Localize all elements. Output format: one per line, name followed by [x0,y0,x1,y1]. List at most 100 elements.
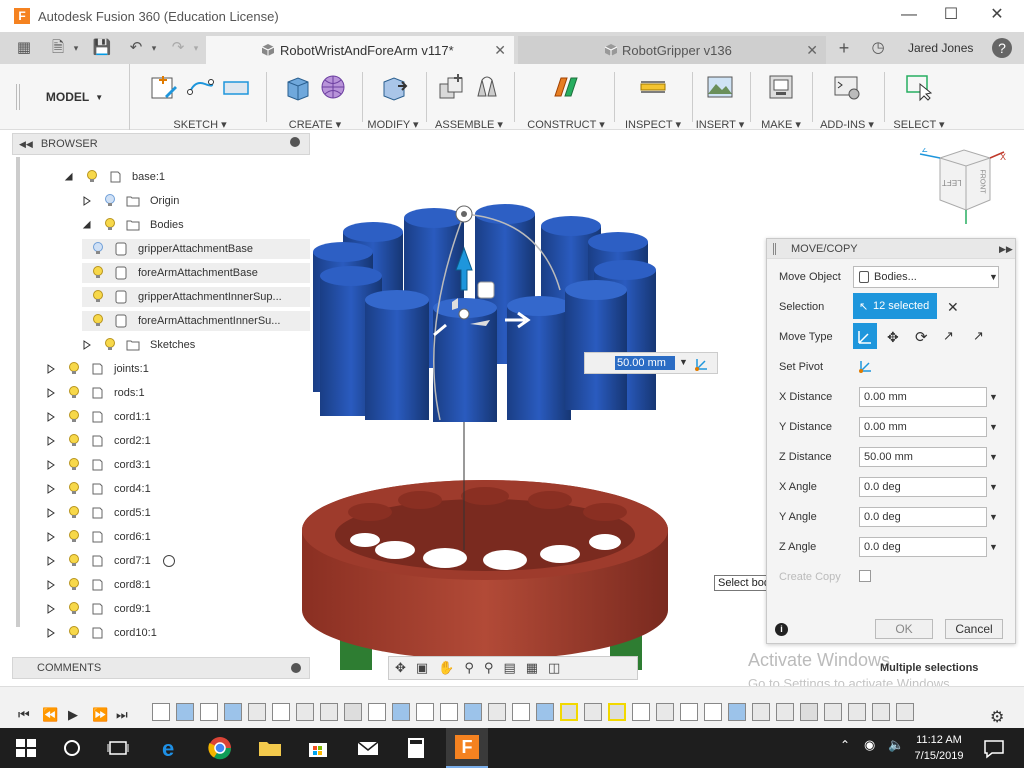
display-settings-icon[interactable]: ▤ [503,660,515,676]
visibility-lightbulb-icon[interactable] [68,362,80,376]
extrude-icon[interactable] [282,72,312,102]
timeline-move-feature-icon[interactable] [776,703,794,721]
visibility-lightbulb-icon[interactable] [92,290,104,304]
joint-icon[interactable] [472,72,502,102]
timeline-settings-gear-icon[interactable]: ⚙ [990,707,1004,727]
rectangle-tool-icon[interactable] [221,72,251,102]
visibility-lightbulb-icon[interactable] [68,578,80,592]
dialog-grip-handle[interactable] [773,243,776,255]
taskbar-clock[interactable]: 11:12 AM 7/15/2019 [906,732,972,764]
visibility-lightbulb-icon[interactable] [92,266,104,280]
data-panel-grid-icon[interactable]: ▦ [14,38,34,58]
tab-robot-gripper[interactable]: RobotGripper v136 ✕ [518,36,826,64]
browser-tree-row[interactable]: Origin [82,191,179,211]
inspect-group[interactable]: INSPECT ▾ [618,68,688,131]
activate-component-radio-icon[interactable] [162,555,175,567]
browser-tree-row[interactable]: foreArmAttachmentBase [82,263,310,283]
x-distance-input[interactable]: 0.00 mm [859,387,987,407]
browser-tree-row[interactable]: rods:1 [46,383,145,403]
chevron-down-icon[interactable]: ▼ [989,512,998,522]
line-tool-icon[interactable] [185,72,215,102]
timeline-sketch-feature-icon[interactable] [152,703,170,721]
visibility-lightbulb-icon[interactable] [68,458,80,472]
select-group[interactable]: SELECT ▾ [888,68,950,131]
pan-hand-icon[interactable]: ✋ [438,660,454,676]
collapsed-triangle-icon[interactable] [46,508,56,518]
timeline-move-feature-icon[interactable] [584,703,602,721]
timeline-extrude-feature-icon[interactable] [536,703,554,721]
visibility-lightbulb-icon[interactable] [68,434,80,448]
timeline-move-feature-icon[interactable] [848,703,866,721]
point-to-point-icon[interactable]: ↗ [943,328,954,344]
insert-group[interactable]: INSERT ▾ [694,68,746,131]
go-to-start-icon[interactable]: ⏮ [18,707,30,723]
offset-plane-icon[interactable] [551,72,581,102]
close-window-icon[interactable]: ✕ [974,0,1020,32]
create-sketch-icon[interactable] [149,72,179,102]
add-comment-icon[interactable] [291,663,301,673]
browser-tree-row[interactable]: foreArmAttachmentInnerSu... [82,311,310,331]
create-group[interactable]: CREATE ▾ [270,68,360,131]
chevron-down-icon[interactable]: ▼ [989,452,998,462]
save-icon[interactable]: 💾 [92,38,112,58]
minimize-browser-icon[interactable] [290,137,300,147]
browser-tree-row[interactable]: joints:1 [46,359,149,379]
visibility-lightbulb-icon[interactable] [104,194,116,208]
insert-image-icon[interactable] [705,72,735,102]
timeline-sketch-feature-icon[interactable] [368,703,386,721]
collapsed-triangle-icon[interactable] [46,460,56,470]
browser-tree-row[interactable]: cord3:1 [46,455,151,475]
browser-tree-row[interactable]: cord10:1 [46,623,157,643]
maximize-icon[interactable]: ☐ [928,0,974,32]
close-tab-icon[interactable]: ✕ [806,42,818,59]
info-icon[interactable]: i [775,623,788,636]
browser-tree-row[interactable]: Bodies [82,215,184,235]
timeline-extrude-feature-icon[interactable] [176,703,194,721]
look-at-icon[interactable]: ▣ [416,660,428,676]
visibility-lightbulb-icon[interactable] [104,338,116,352]
timeline-move-feature-icon[interactable] [248,703,266,721]
collapsed-triangle-icon[interactable] [82,196,92,206]
new-tab-plus-icon[interactable]: + [834,38,854,58]
store-icon[interactable] [304,734,332,762]
visibility-lightbulb-icon[interactable] [68,626,80,640]
redo-dropdown-icon[interactable]: ▾ [186,38,206,58]
visibility-lightbulb-icon[interactable] [92,314,104,328]
go-to-end-icon[interactable]: ⏭ [116,707,128,723]
file-explorer-icon[interactable] [256,734,284,762]
timeline-sketch-feature-icon[interactable] [704,703,722,721]
visibility-lightbulb-icon[interactable] [68,602,80,616]
timeline-move-feature-icon[interactable] [656,703,674,721]
timeline-move-feature-icon[interactable] [296,703,314,721]
visibility-lightbulb-icon[interactable] [68,482,80,496]
new-component-icon[interactable] [436,72,466,102]
timeline-joint-feature-icon[interactable] [560,703,578,721]
fit-zoom-icon[interactable]: ⚲ [484,660,494,676]
browser-tree-row[interactable]: cord6:1 [46,527,151,547]
collapsed-triangle-icon[interactable] [46,364,56,374]
browser-tree-row[interactable]: base:1 [64,167,165,187]
file-menu-icon[interactable]: 🗎 [48,38,68,58]
create-copy-checkbox[interactable] [859,570,871,582]
collapse-panel-icon[interactable]: ◀◀ [19,139,33,150]
browser-tree-row[interactable]: cord8:1 [46,575,151,595]
timeline-joint-feature-icon[interactable] [800,703,818,721]
visibility-lightbulb-icon[interactable] [92,242,104,256]
expand-dialog-icon[interactable]: ▶▶ [999,239,1013,259]
grid-settings-icon[interactable]: ▦ [526,660,538,676]
visibility-lightbulb-icon[interactable] [68,386,80,400]
z-angle-input[interactable]: 0.0 deg [859,537,987,557]
rotate-icon[interactable]: ⟳ [915,328,928,346]
timeline-sketch-feature-icon[interactable] [272,703,290,721]
collapsed-triangle-icon[interactable] [46,436,56,446]
press-pull-icon[interactable] [378,72,408,102]
timeline-extrude-feature-icon[interactable] [224,703,242,721]
sketch-group[interactable]: SKETCH ▾ [138,68,262,131]
x-angle-input[interactable]: 0.0 deg [859,477,987,497]
form-create-icon[interactable] [318,72,348,102]
chevron-down-icon[interactable]: ▼ [989,482,998,492]
visibility-lightbulb-icon[interactable] [68,554,80,568]
undo-dropdown-icon[interactable]: ▾ [144,38,164,58]
timeline-sketch-feature-icon[interactable] [680,703,698,721]
modify-group[interactable]: MODIFY ▾ [366,68,420,131]
